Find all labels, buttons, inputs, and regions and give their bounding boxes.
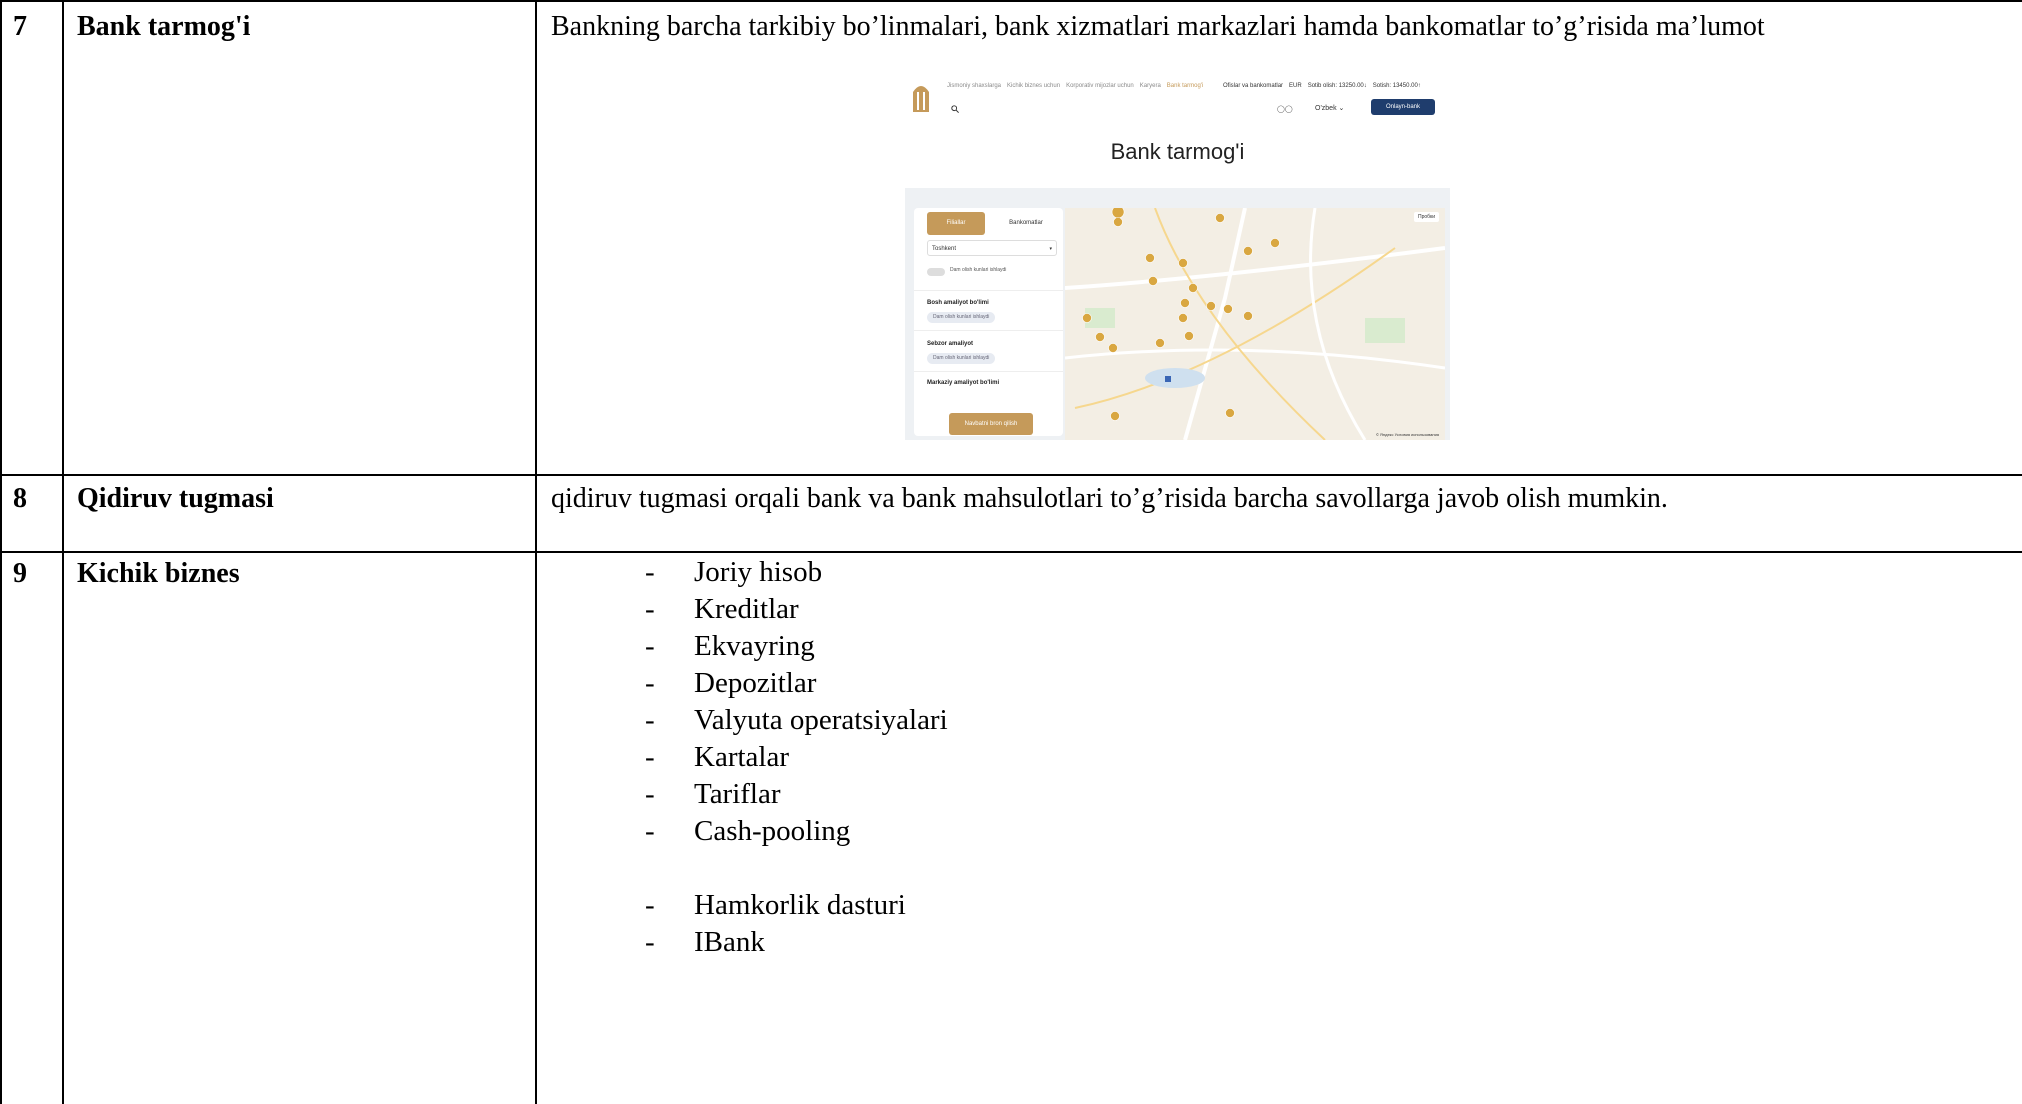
map-graphic	[1065, 208, 1445, 440]
filter-sidebar: Filiallar Bankomatlar Toshkent ▾ Dam olis…	[914, 208, 1063, 436]
divider	[914, 290, 1063, 291]
weekend-toggle-label: Dam olish kunlari ishlaydi	[950, 267, 1007, 273]
branch-finder: Filiallar Bankomatlar Toshkent ▾ Dam olis…	[905, 188, 1450, 440]
currency-code: EUR	[1289, 83, 1302, 89]
list-marker: -	[645, 889, 655, 921]
row-title: Qidiruv tugmasi	[77, 483, 274, 514]
chevron-down-icon: ▾	[1049, 246, 1052, 252]
row-description: Bankning barcha tarkibiy bo’linmalari, b…	[551, 11, 1765, 42]
nav-item-active[interactable]: Bank tarmog'i	[1167, 83, 1204, 89]
list-item-label: Kartalar	[694, 741, 789, 773]
tab-branches[interactable]: Filiallar	[927, 212, 985, 235]
column-border	[535, 0, 537, 1104]
branch-name[interactable]: Markaziy amaliyot bo'limi	[927, 380, 999, 386]
list-item-label: Tariflar	[694, 778, 781, 810]
bank-logo-icon	[913, 86, 929, 112]
site-nav: Jismoniy shaxslarga Kichik biznes uchun Ko…	[947, 83, 1209, 89]
traffic-control[interactable]: Пробки	[1414, 212, 1439, 222]
weekend-badge: Dam olish kunlari ishlaydi	[927, 353, 996, 364]
row-number: 7	[13, 11, 27, 42]
branch-name[interactable]: Sebzor amaliyot	[927, 341, 973, 347]
page-title: Bank tarmog'i	[1110, 139, 1245, 164]
list-marker: -	[645, 926, 655, 958]
branch-map[interactable]: Пробки © Яндекс Условия использования	[1065, 208, 1445, 440]
row-border	[0, 474, 2022, 476]
list-marker: -	[645, 593, 655, 625]
site-topbar: Ofislar va bankomatlar EUR Sotib olish: 13…	[1223, 83, 1427, 89]
row-description: qidiruv tugmasi orqali bank va bank mahs…	[551, 483, 1668, 514]
nav-item[interactable]: Kichik biznes uchun	[1007, 83, 1060, 89]
weekend-badge: Dam olish kunlari ishlaydi	[927, 312, 996, 323]
bank-network-screenshot: Jismoniy shaxslarga Kichik biznes uchun Ko…	[905, 72, 1450, 444]
list-marker: -	[645, 778, 655, 810]
list-item-label: Depozitlar	[694, 667, 817, 699]
list-marker: -	[645, 667, 655, 699]
language-select[interactable]: O'zbek ⌄	[1315, 104, 1344, 112]
list-item-label: Cash-pooling	[694, 815, 851, 847]
list-item-label: Valyuta operatsiyalari	[694, 704, 948, 736]
list-item-label: Ekvayring	[694, 630, 815, 662]
row-border	[0, 0, 2022, 2]
branch-name[interactable]: Bosh amaliyot bo'limi	[927, 300, 989, 306]
row-number: 8	[13, 483, 27, 514]
info-table: 7 Bank tarmog'i Bankning barcha tarkibiy…	[0, 0, 2022, 1104]
column-border	[62, 0, 64, 1104]
list-marker: -	[645, 741, 655, 773]
accessibility-icon[interactable]: ◯◯	[1277, 105, 1293, 113]
list-item-label: Kreditlar	[694, 593, 799, 625]
tab-atms[interactable]: Bankomatlar	[997, 212, 1055, 235]
map-credit: © Яндекс Условия использования	[1375, 432, 1439, 437]
row-title: Kichik biznes	[77, 558, 240, 589]
divider	[914, 330, 1063, 331]
column-border	[0, 0, 2, 1104]
list-marker: -	[645, 815, 655, 847]
row-title: Bank tarmog'i	[77, 11, 251, 42]
city-select-value: Toshkent	[932, 246, 957, 252]
nav-item[interactable]: Korporativ mijozlar uchun	[1066, 83, 1134, 89]
buy-rate: Sotib olish: 13250.00↓	[1307, 83, 1367, 89]
list-item-label: Hamkorlik dasturi	[694, 889, 906, 921]
sell-rate: Sotish: 13450.00↑	[1372, 83, 1421, 89]
list-marker: -	[645, 704, 655, 736]
weekend-toggle[interactable]	[927, 268, 945, 276]
list-marker: -	[645, 556, 655, 588]
list-item-label: IBank	[694, 926, 765, 958]
nav-item[interactable]: Jismoniy shaxslarga	[947, 83, 1001, 89]
row-border	[0, 551, 2022, 553]
online-bank-button[interactable]: Onlayn-bank	[1371, 99, 1435, 115]
book-queue-button[interactable]: Navbatni bron qilish	[949, 413, 1033, 435]
city-select[interactable]: Toshkent ▾	[927, 240, 1057, 256]
search-icon[interactable]	[951, 105, 959, 113]
row-number: 9	[13, 558, 27, 589]
nav-item[interactable]: Karyera	[1140, 83, 1161, 89]
list-item-label: Joriy hisob	[694, 556, 823, 588]
offices-link[interactable]: Ofislar va bankomatlar	[1223, 83, 1283, 89]
divider	[914, 371, 1063, 372]
list-marker: -	[645, 630, 655, 662]
